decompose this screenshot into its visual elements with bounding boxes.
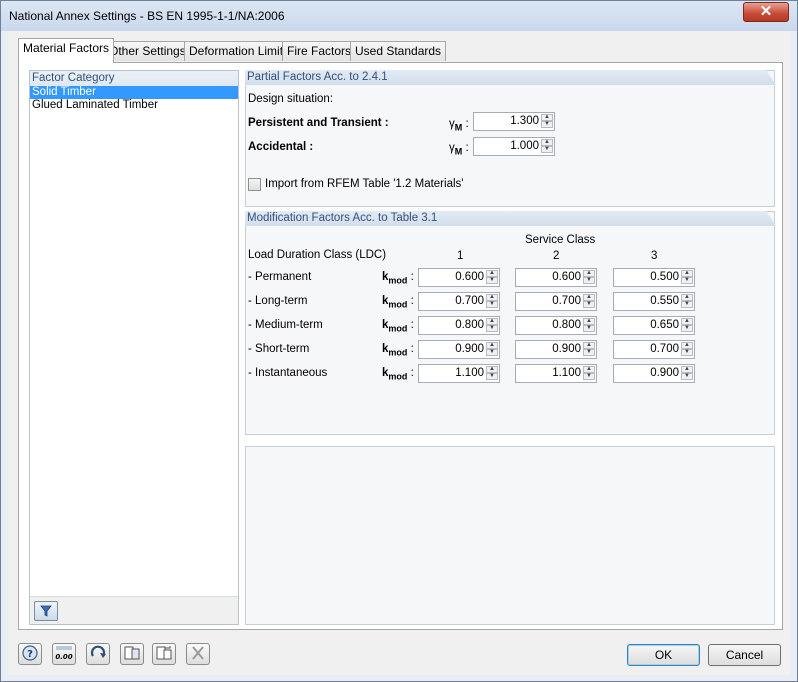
service-class-label: Service Class	[525, 234, 596, 246]
kmod-input[interactable]: 0.600 ▲ ▼	[515, 268, 597, 287]
svg-text:?: ?	[27, 649, 33, 660]
tab-used-standards[interactable]: Used Standards	[350, 41, 447, 61]
factor-category-pane: Factor Category Solid Timber Glued Lamin…	[29, 70, 239, 625]
kmod-input[interactable]: 0.550 ▲ ▼	[613, 292, 695, 311]
spin-arrows[interactable]: ▲ ▼	[486, 342, 498, 357]
kmod-input[interactable]: 0.500 ▲ ▼	[613, 268, 695, 287]
modification-factors-group: Modification Factors Acc. to Table 3.1 S…	[245, 211, 775, 435]
filter-button[interactable]	[34, 601, 58, 621]
spin-arrows[interactable]: ▲ ▼	[681, 270, 693, 285]
gamma-m-symbol: γM :	[449, 142, 469, 157]
spin-arrows[interactable]: ▲ ▼	[486, 366, 498, 381]
persistent-transient-gamma-input[interactable]: 1.300 ▲ ▼	[473, 112, 555, 131]
spin-arrows[interactable]: ▲ ▼	[681, 318, 693, 333]
spin-arrows[interactable]: ▲ ▼	[681, 366, 693, 381]
kmod-input[interactable]: 0.900 ▲ ▼	[515, 340, 597, 359]
ldc-row-label: - Long-term	[248, 295, 308, 307]
service-class-1-header: 1	[457, 250, 464, 262]
copy-button[interactable]	[120, 643, 144, 665]
kmod-input[interactable]: 0.800 ▲ ▼	[515, 316, 597, 335]
design-situation-label: Design situation:	[248, 93, 334, 105]
modification-factors-header: Modification Factors Acc. to Table 3.1	[245, 211, 776, 226]
kmod-input[interactable]: 0.900 ▲ ▼	[418, 340, 500, 359]
dialog-client-area: Material Factors Other Settings Deformat…	[8, 31, 790, 675]
spin-arrows[interactable]: ▲ ▼	[486, 270, 498, 285]
tab-fire-factors[interactable]: Fire Factors	[282, 41, 357, 61]
tab-deformation-limits[interactable]: Deformation Limits	[184, 41, 295, 61]
paste-button[interactable]	[152, 643, 176, 665]
cancel-button[interactable]: Cancel	[708, 644, 781, 666]
kmod-input[interactable]: 0.700 ▲ ▼	[515, 292, 597, 311]
delete-button[interactable]	[186, 643, 210, 665]
accidental-gamma-input[interactable]: 1.000 ▲ ▼	[473, 137, 555, 156]
list-item-solid-timber[interactable]: Solid Timber	[30, 86, 238, 99]
accidental-label: Accidental :	[248, 141, 314, 153]
kmod-input[interactable]: 0.800 ▲ ▼	[418, 316, 500, 335]
ldc-row-label: - Medium-term	[248, 319, 323, 331]
spin-arrows[interactable]: ▲ ▼	[486, 318, 498, 333]
spin-arrows[interactable]: ▲ ▼	[681, 294, 693, 309]
reset-icon	[90, 645, 106, 658]
kmod-symbol: kmod :	[382, 319, 414, 334]
ldc-row-label: - Short-term	[248, 343, 310, 355]
tab-material-factors[interactable]: Material Factors	[18, 38, 115, 63]
help-icon: ?	[22, 645, 38, 661]
partial-factors-header: Partial Factors Acc. to 2.4.1	[245, 70, 776, 85]
close-button[interactable]: ✕	[743, 2, 789, 22]
factor-category-footer	[30, 596, 238, 624]
kmod-symbol: kmod :	[382, 271, 414, 286]
spin-arrows[interactable]: ▲ ▼	[681, 342, 693, 357]
import-rfem-checkbox[interactable]	[248, 178, 261, 191]
info-panel	[245, 446, 775, 625]
copy-icon	[124, 646, 140, 660]
kmod-input[interactable]: 0.900 ▲ ▼	[613, 364, 695, 383]
spin-arrows[interactable]: ▲ ▼	[583, 318, 595, 333]
title-bar: National Annex Settings - BS EN 1995-1-1…	[1, 1, 797, 31]
persistent-transient-label: Persistent and Transient :	[248, 117, 389, 129]
gamma-m-symbol: γM :	[449, 118, 469, 133]
dialog-window: National Annex Settings - BS EN 1995-1-1…	[0, 0, 798, 682]
spin-arrows[interactable]: ▲ ▼	[541, 114, 553, 129]
decimal-places-icon: 0.00	[55, 646, 73, 661]
reset-button[interactable]	[86, 643, 110, 665]
kmod-symbol: kmod :	[382, 343, 414, 358]
service-class-3-header: 3	[651, 250, 658, 262]
kmod-symbol: kmod :	[382, 367, 414, 382]
filter-icon	[40, 605, 52, 617]
spin-arrows[interactable]: ▲ ▼	[583, 342, 595, 357]
spin-arrows[interactable]: ▲ ▼	[541, 139, 553, 154]
paste-icon	[156, 646, 172, 660]
kmod-input[interactable]: 1.100 ▲ ▼	[515, 364, 597, 383]
kmod-input[interactable]: 1.100 ▲ ▼	[418, 364, 500, 383]
ldc-label: Load Duration Class (LDC)	[248, 249, 387, 261]
spin-arrows[interactable]: ▲ ▼	[486, 294, 498, 309]
kmod-input[interactable]: 0.700 ▲ ▼	[613, 340, 695, 359]
spin-arrows[interactable]: ▲ ▼	[583, 294, 595, 309]
import-rfem-label: Import from RFEM Table '1.2 Materials'	[265, 178, 464, 190]
spin-arrows[interactable]: ▲ ▼	[583, 366, 595, 381]
partial-factors-group: Partial Factors Acc. to 2.4.1 Design sit…	[245, 70, 775, 207]
factor-category-header: Factor Category	[30, 71, 238, 86]
list-item-glued-laminated-timber[interactable]: Glued Laminated Timber	[30, 99, 238, 112]
kmod-input[interactable]: 0.600 ▲ ▼	[418, 268, 500, 287]
svg-text:0.00: 0.00	[55, 653, 72, 661]
tab-other-settings[interactable]: Other Settings	[104, 41, 191, 61]
kmod-input[interactable]: 0.650 ▲ ▼	[613, 316, 695, 335]
help-button[interactable]: ?	[18, 643, 42, 665]
kmod-input[interactable]: 0.700 ▲ ▼	[418, 292, 500, 311]
service-class-2-header: 2	[553, 250, 560, 262]
ok-button[interactable]: OK	[627, 644, 700, 666]
decimal-places-button[interactable]: 0.00	[52, 643, 76, 665]
kmod-symbol: kmod :	[382, 295, 414, 310]
spin-arrows[interactable]: ▲ ▼	[583, 270, 595, 285]
ldc-row-label: - Instantaneous	[248, 367, 328, 379]
delete-icon	[192, 646, 204, 660]
window-title: National Annex Settings - BS EN 1995-1-1…	[9, 9, 285, 23]
ldc-row-label: - Permanent	[248, 271, 312, 283]
tab-panel: Factor Category Solid Timber Glued Lamin…	[18, 62, 783, 630]
